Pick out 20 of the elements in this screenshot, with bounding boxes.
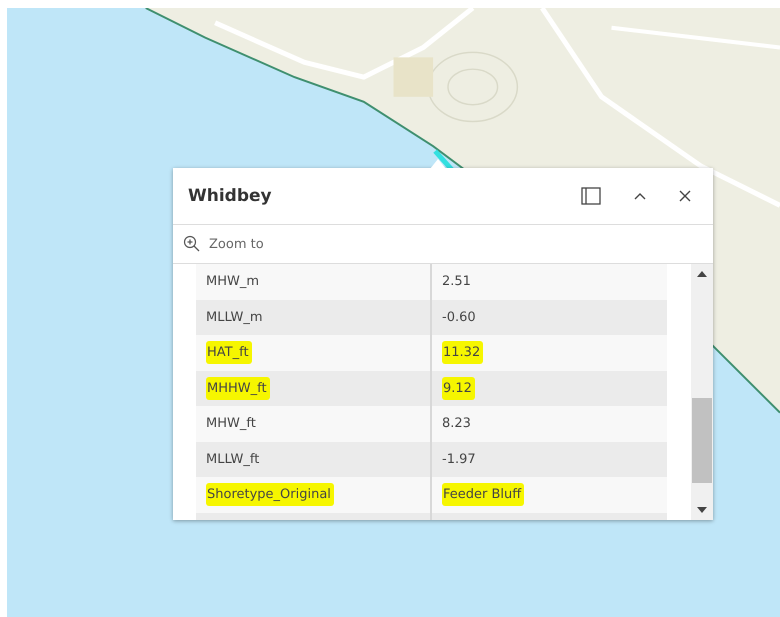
scrollbar[interactable] — [691, 264, 713, 520]
scroll-down-icon[interactable] — [696, 506, 708, 514]
field-name: MHW_ft — [206, 415, 256, 434]
field-name: MLLW_m — [206, 308, 263, 327]
field-name: MHW_m — [206, 273, 260, 292]
field-value: -1.97 — [442, 450, 476, 469]
field-value: 11.32 — [442, 341, 484, 364]
popup-title: Whidbey — [188, 186, 273, 206]
scroll-up-icon[interactable] — [696, 270, 708, 278]
field-value: 9.12 — [442, 376, 475, 400]
zoom-to-button[interactable]: Zoom to — [183, 235, 264, 253]
field-value: 8.23 — [442, 415, 471, 434]
field-name: Shoretype_Original — [206, 483, 334, 506]
field-value: Feeder Bluff — [442, 483, 524, 506]
zoom-in-icon — [183, 235, 201, 253]
field-value: 2.51 — [442, 273, 471, 292]
field-name: MHHW_ft — [206, 376, 270, 400]
field-name: HAT_ft — [206, 341, 252, 364]
field-name: MLLW_ft — [206, 450, 260, 469]
field-value: -0.60 — [442, 308, 476, 327]
